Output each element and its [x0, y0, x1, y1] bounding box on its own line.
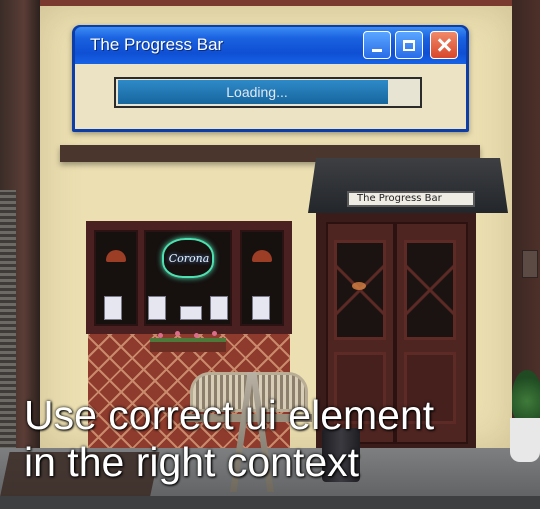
window-title: The Progress Bar	[90, 35, 224, 54]
window-poster	[148, 296, 166, 320]
flower	[175, 331, 180, 336]
window-planter	[150, 338, 226, 352]
door-glass-right	[404, 240, 456, 340]
flower	[158, 333, 163, 338]
flower	[194, 333, 199, 338]
caption-line-2: in the right context	[24, 439, 360, 485]
window-poster	[210, 296, 228, 320]
plant-pot	[510, 418, 540, 462]
curb	[0, 496, 540, 509]
minimize-button[interactable]	[363, 31, 391, 59]
progress-label: Loading...	[226, 84, 288, 100]
neon-sign-text: Corona	[168, 252, 210, 265]
maximize-icon	[403, 39, 415, 51]
wall-plate	[522, 250, 538, 278]
maximize-button[interactable]	[395, 31, 423, 59]
awning-sign: The Progress Bar	[347, 191, 475, 207]
close-icon	[437, 38, 451, 52]
interior-lamp-glow	[352, 282, 366, 290]
minimize-icon	[372, 48, 382, 52]
storefront-photo: The Progress Bar Corona The Progress Bar	[0, 0, 540, 509]
caption: Use correct ui element in the right cont…	[24, 392, 434, 486]
window-poster	[252, 296, 270, 320]
flower	[212, 331, 217, 336]
close-button[interactable]	[430, 31, 458, 59]
potted-plant	[512, 370, 540, 422]
door-glass-left	[334, 240, 386, 340]
window-poster	[104, 296, 122, 320]
window-poster	[180, 306, 202, 320]
left-rolling-shutter	[0, 190, 16, 450]
caption-line-1: Use correct ui element	[24, 392, 435, 438]
